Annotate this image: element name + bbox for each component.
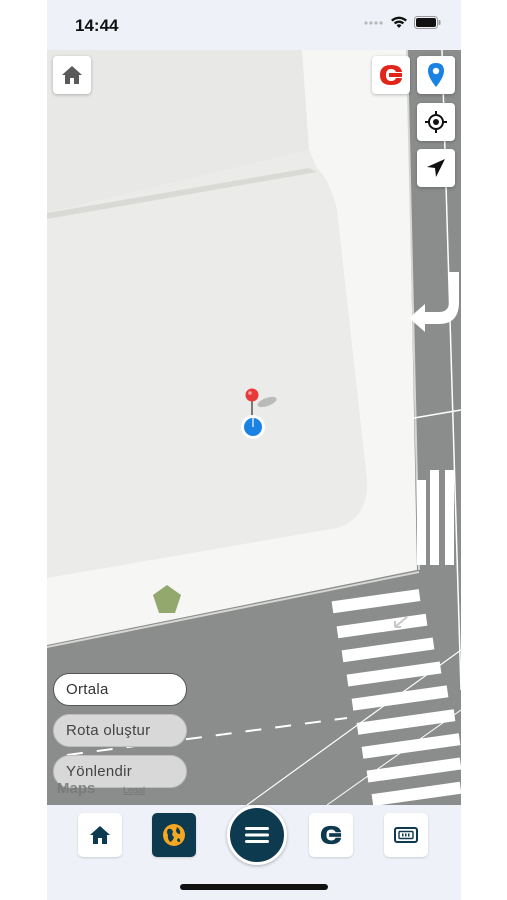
legal-link[interactable]: Legal xyxy=(123,785,145,795)
tab-globe[interactable] xyxy=(152,813,196,857)
globe-icon xyxy=(163,824,185,846)
status-icons xyxy=(364,16,441,29)
battery-icon xyxy=(414,16,441,29)
user-location-dot-icon xyxy=(241,415,265,439)
tab-ticket[interactable] xyxy=(384,813,428,857)
recenter-button[interactable] xyxy=(417,103,455,141)
center-button[interactable]: Ortala xyxy=(53,673,187,706)
status-time: 14:44 xyxy=(75,16,119,35)
brand-logo-icon xyxy=(380,65,402,85)
create-route-button[interactable]: Rota oluştur xyxy=(53,714,187,747)
direct-button-label: Yönlendir xyxy=(66,763,133,780)
navigation-arrow-icon xyxy=(427,159,445,177)
tab-home[interactable] xyxy=(78,813,122,857)
center-button-label: Ortala xyxy=(66,681,109,698)
pin-shadow xyxy=(257,396,277,408)
wifi-icon xyxy=(391,16,407,28)
tab-menu[interactable] xyxy=(227,805,287,865)
location-pin-button[interactable] xyxy=(417,56,455,94)
phone-screen: 14:44 Ortala Rota oluştur Yönlendir Maps… xyxy=(47,0,461,900)
navigation-button[interactable] xyxy=(417,149,455,187)
maps-attribution-logo: Maps xyxy=(57,780,96,797)
tab-brand[interactable] xyxy=(309,813,353,857)
ticket-icon xyxy=(394,827,418,843)
map-view[interactable]: Ortala Rota oluştur Yönlendir Maps Legal xyxy=(47,50,461,805)
status-bar: 14:44 xyxy=(47,0,461,50)
signal-dots-icon xyxy=(364,20,383,25)
bottom-tab-bar xyxy=(47,805,461,900)
location-pin-icon xyxy=(428,63,444,87)
brand-logo-icon xyxy=(320,825,342,845)
home-icon xyxy=(90,826,110,844)
home-indicator xyxy=(180,884,328,890)
map-home-button[interactable] xyxy=(53,56,91,94)
home-icon xyxy=(62,66,82,84)
brand-logo-button[interactable] xyxy=(372,56,410,94)
create-route-label: Rota oluştur xyxy=(66,722,151,739)
crosshair-icon xyxy=(425,111,447,133)
menu-icon xyxy=(245,827,269,843)
